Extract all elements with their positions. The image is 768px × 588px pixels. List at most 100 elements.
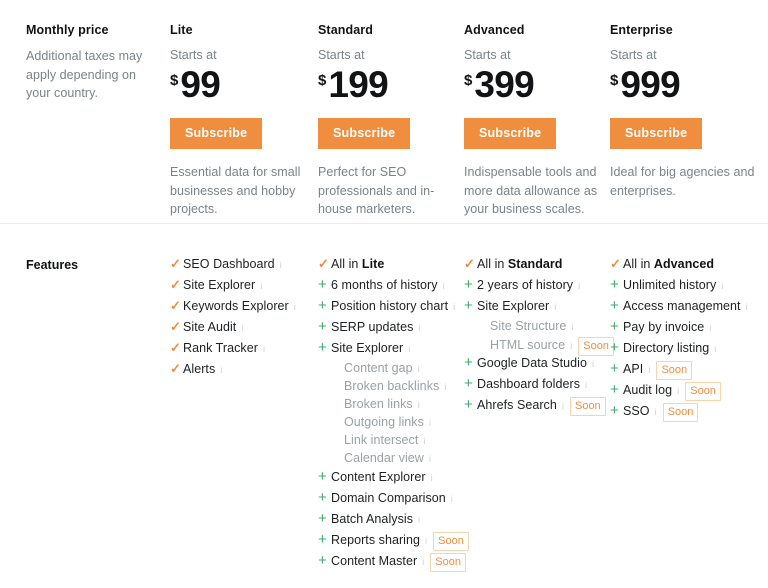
info-icon[interactable]: i — [260, 279, 262, 294]
info-icon[interactable]: i — [562, 399, 564, 414]
info-icon[interactable]: i — [453, 300, 455, 315]
feature-label: Outgoing links — [344, 415, 424, 429]
plan-name: Enterprise — [610, 23, 673, 37]
price: $ 199 — [318, 65, 456, 107]
info-icon[interactable]: i — [585, 378, 587, 393]
info-icon[interactable]: i — [554, 300, 556, 315]
info-icon[interactable]: i — [677, 384, 679, 399]
info-icon[interactable]: i — [714, 342, 716, 357]
info-icon[interactable]: i — [263, 342, 265, 357]
tax-note: Additional taxes may apply depending on … — [26, 49, 143, 100]
feature-sub-row: Content gap i — [318, 361, 456, 379]
info-icon[interactable]: i — [746, 300, 748, 315]
feature-label: Site Structure — [490, 319, 567, 333]
info-icon[interactable]: i — [422, 555, 424, 570]
info-icon[interactable]: i — [721, 279, 723, 294]
plus-icon: + — [610, 297, 619, 314]
feature-sub-row: Calendar view i — [318, 451, 456, 469]
info-icon[interactable]: i — [423, 434, 425, 449]
currency-symbol: $ — [464, 72, 473, 89]
feature-label: Directory listing — [623, 341, 710, 355]
feature-label-plan: Standard — [507, 257, 563, 271]
starts-at-label: Starts at — [610, 48, 657, 62]
info-icon[interactable]: i — [418, 513, 420, 528]
info-icon[interactable]: i — [570, 339, 572, 354]
plus-icon: + — [610, 381, 619, 398]
plus-icon: + — [610, 276, 619, 293]
feature-row: ✓ Keywords Explorer i — [170, 298, 308, 319]
info-icon[interactable]: i — [648, 363, 650, 378]
features-column-advanced: ✓ All in Standard +2 years of history i + Sit… — [464, 225, 614, 418]
feature-row: + Ahrefs Search i Soon — [464, 396, 606, 418]
info-icon[interactable]: i — [578, 279, 580, 294]
feature-label: Site Explorer — [331, 341, 404, 355]
feature-label: SEO Dashboard — [183, 257, 275, 271]
feature-label: All in Advanced — [623, 257, 715, 271]
plus-icon: + — [464, 396, 473, 413]
feature-row: + Site Explorer i — [464, 298, 602, 319]
feature-label: Batch Analysis — [331, 512, 413, 526]
info-icon[interactable]: i — [429, 416, 431, 431]
info-icon[interactable]: i — [241, 321, 243, 336]
feature-label: Ahrefs Search — [477, 398, 557, 412]
info-icon[interactable]: i — [592, 357, 594, 372]
feature-row: ✓ Site Explorer i — [170, 277, 308, 298]
feature-sub-row: Link intersect i — [318, 433, 456, 451]
feature-row: ✓ All in Advanced — [610, 256, 755, 277]
info-icon[interactable]: i — [418, 398, 420, 413]
feature-row: ✓ SEO Dashboard i — [170, 256, 308, 277]
feature-label: Rank Tracker — [183, 341, 258, 355]
info-icon[interactable]: i — [408, 342, 410, 357]
feature-row: ✓ Site Audit i — [170, 319, 308, 340]
info-icon[interactable]: i — [425, 534, 427, 549]
plus-icon: + — [610, 318, 619, 335]
plan-column-enterprise: Enterprise Starts at $ 999 Subscribe Ide… — [610, 0, 755, 200]
plus-icon: + — [464, 297, 473, 314]
feature-row: + Access management i — [610, 298, 755, 319]
feature-label: Google Data Studio — [477, 356, 588, 370]
info-icon[interactable]: i — [429, 452, 431, 467]
subscribe-button[interactable]: Subscribe — [318, 118, 411, 149]
feature-row: + Position history chart i — [318, 298, 456, 319]
feature-label: Reports sharing — [331, 533, 420, 547]
info-icon[interactable]: i — [655, 405, 657, 420]
feature-label: Position history chart — [331, 299, 449, 313]
info-icon[interactable]: i — [220, 363, 222, 378]
feature-label: HTML source — [490, 338, 566, 352]
info-icon[interactable]: i — [418, 321, 420, 336]
feature-row: + Google Data Studio i — [464, 355, 602, 376]
feature-row: + Content Master i Soon — [318, 553, 466, 574]
info-icon[interactable]: i — [571, 320, 573, 335]
info-icon[interactable]: i — [709, 321, 711, 336]
info-icon[interactable]: i — [280, 258, 282, 273]
plus-icon: + — [464, 276, 473, 293]
feature-row: + Site Explorer i — [318, 340, 456, 361]
plus-icon: + — [610, 360, 619, 377]
subscribe-button[interactable]: Subscribe — [610, 118, 703, 149]
info-icon[interactable]: i — [431, 471, 433, 486]
starts-at-label: Starts at — [170, 48, 217, 62]
feature-label: Domain Comparison — [331, 491, 446, 505]
feature-label: Site Explorer — [477, 299, 550, 313]
soon-badge: Soon — [656, 361, 693, 380]
info-icon[interactable]: i — [418, 362, 420, 377]
feature-list: ✓ SEO Dashboard i ✓ Site Explorer i ✓ Keywords … — [170, 256, 308, 382]
info-icon[interactable]: i — [444, 380, 446, 395]
feature-label: SSO — [623, 404, 650, 418]
price-amount: 99 — [180, 64, 221, 105]
feature-sub-row: Broken backlinks i — [318, 379, 456, 397]
feature-label: Unlimited history — [623, 278, 717, 292]
feature-label: Audit log — [623, 383, 673, 397]
feature-row: + Directory listing i — [610, 340, 755, 361]
features-column-standard: ✓ All in Lite +6 months of history i + Positi… — [318, 225, 469, 574]
feature-label: Calendar view — [344, 451, 424, 465]
info-icon[interactable]: i — [443, 279, 445, 294]
soon-badge: Soon — [578, 337, 614, 356]
info-icon[interactable]: i — [451, 492, 453, 507]
feature-label: 6 months of history — [331, 278, 438, 292]
subscribe-button[interactable]: Subscribe — [170, 118, 263, 149]
subscribe-button[interactable]: Subscribe — [464, 118, 557, 149]
info-icon[interactable]: i — [294, 300, 296, 315]
features-column-lite: ✓ SEO Dashboard i ✓ Site Explorer i ✓ Keywords … — [170, 225, 308, 382]
plus-icon: + — [318, 489, 327, 506]
